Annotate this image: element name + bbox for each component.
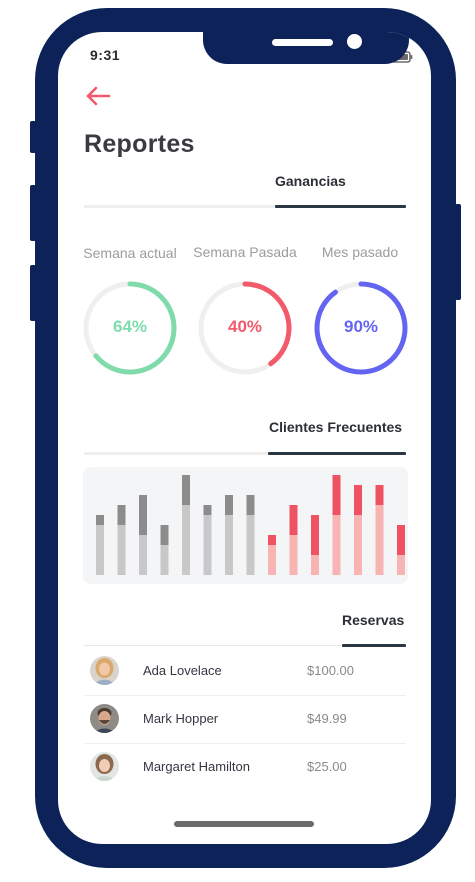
- bar-g1-4-top: [354, 485, 362, 515]
- bar-g0-1-base: [117, 525, 126, 575]
- ring-value-current-week: 64%: [112, 317, 148, 336]
- bar-g0-4-top: [182, 475, 190, 505]
- camera: [347, 34, 362, 49]
- clients-chart: [83, 467, 427, 584]
- avatar-woman-brown-hair: [90, 752, 119, 781]
- bar-g0-0-top: [96, 515, 104, 525]
- reservation-amount: $49.99: [307, 711, 347, 726]
- speaker: [272, 39, 333, 46]
- ring-label-last-week: Semana Pasada: [193, 244, 297, 260]
- ring-label-last-month: Mes pasado: [321, 244, 399, 260]
- bar-g1-4-base: [354, 515, 362, 575]
- side-button-mute: [30, 121, 36, 153]
- tab-ganancias[interactable]: Ganancias: [275, 173, 346, 189]
- bar-g1-5-base: [375, 505, 384, 575]
- tab-indicator-clientes: [268, 452, 406, 455]
- page-title: Reportes: [84, 130, 195, 158]
- screen: 9:31 Reportes Ganancias Semana actual Se…: [58, 32, 431, 844]
- bar-g0-1-top: [117, 505, 126, 525]
- tab-indicator-ganancias: [275, 205, 406, 208]
- bar-g0-3-base: [160, 545, 169, 575]
- bar-g0-0-base: [96, 525, 104, 575]
- bar-g0-6-top: [225, 495, 233, 515]
- bar-g1-2-base: [311, 555, 319, 575]
- side-button-volume-down: [30, 265, 36, 321]
- bar-g1-0-top: [268, 535, 276, 545]
- bar-g0-2-base: [139, 535, 147, 575]
- bar-g1-6-top: [397, 525, 405, 555]
- bar-g0-7-top: [246, 495, 255, 515]
- status-time: 9:31: [90, 47, 121, 63]
- back-button[interactable]: [83, 84, 113, 108]
- home-indicator[interactable]: [174, 821, 314, 827]
- side-button-power: [455, 204, 461, 300]
- bar-g0-3-top: [160, 525, 169, 545]
- ring-label-current-week: Semana actual: [83, 245, 177, 261]
- clients-bar-chart: [96, 475, 427, 575]
- ring-value-last-week: 40%: [227, 317, 263, 336]
- reservation-row-0[interactable]: Ada Lovelace $100.00: [84, 648, 406, 695]
- bar-g0-4-base: [182, 505, 190, 575]
- bar-g0-6-base: [225, 515, 233, 575]
- bar-g1-1-base: [289, 535, 298, 575]
- bar-g0-5-top: [203, 505, 212, 515]
- tab-clientes-frecuentes[interactable]: Clientes Frecuentes: [269, 419, 402, 435]
- reservation-name: Margaret Hamilton: [143, 759, 250, 774]
- bar-g1-2-top: [311, 515, 319, 555]
- avatar: [90, 752, 119, 781]
- avatar: [90, 704, 119, 733]
- avatar-man-beard: [90, 704, 119, 733]
- bar-g0-7-base: [246, 515, 255, 575]
- bar-g1-3-base: [332, 515, 341, 575]
- avatar: [90, 656, 119, 685]
- bar-g1-0-base: [268, 545, 276, 575]
- notch: [203, 32, 409, 64]
- tab-indicator-reservas: [342, 644, 406, 647]
- reservation-amount: $25.00: [307, 759, 347, 774]
- bar-g0-5-base: [203, 515, 212, 575]
- tab-reservas[interactable]: Reservas: [342, 612, 404, 628]
- bar-g1-5-top: [375, 485, 384, 505]
- avatar-woman-blonde: [90, 656, 119, 685]
- reservation-name: Ada Lovelace: [143, 663, 222, 678]
- bar-g1-1-top: [289, 505, 298, 535]
- reservation-row-1[interactable]: Mark Hopper $49.99: [84, 696, 406, 743]
- reservation-row-2[interactable]: Margaret Hamilton $25.00: [84, 744, 406, 791]
- reservation-name: Mark Hopper: [143, 711, 219, 726]
- bar-g0-2-top: [139, 495, 147, 535]
- arrow-left-icon: [86, 86, 111, 106]
- bar-g1-3-top: [332, 475, 341, 515]
- bar-g1-6-base: [397, 555, 405, 575]
- side-button-volume-up: [30, 185, 36, 241]
- reservation-amount: $100.00: [307, 663, 354, 678]
- ring-value-last-month: 90%: [343, 317, 379, 336]
